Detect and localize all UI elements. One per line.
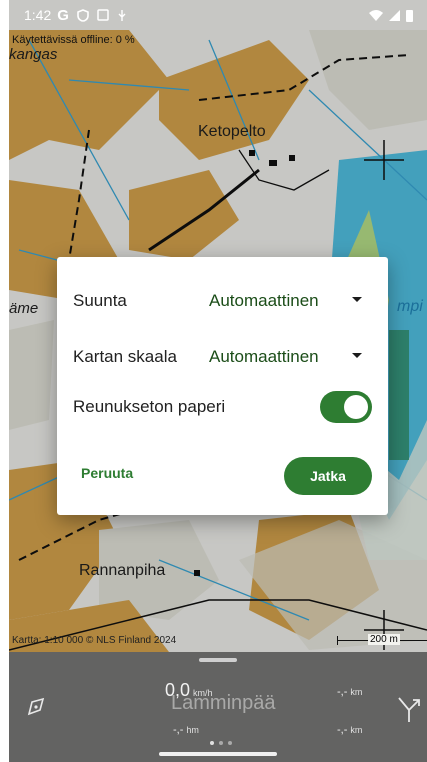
drag-handle[interactable]	[199, 658, 237, 662]
print-settings-dialog: Suunta Automaattinen Kartan skaala Autom…	[57, 257, 388, 515]
scale-bar-label: 200 m	[368, 634, 400, 645]
borderless-paper-label: Reunukseton paperi	[73, 397, 226, 416]
borderless-paper-toggle[interactable]	[320, 391, 372, 423]
right-bottom-distance-value: -,-	[337, 724, 348, 736]
map-label-rannanpiha: Rannanpiha	[79, 562, 166, 579]
chevron-down-icon[interactable]	[352, 353, 362, 358]
map-scale-select[interactable]: Automaattinen	[209, 347, 319, 367]
orientation-row[interactable]: Suunta Automaattinen	[73, 281, 372, 321]
map-label-kangas: kangas	[9, 46, 58, 63]
map-attribution: Kartta: 1:10 000 © NLS Finland 2024	[12, 635, 177, 646]
map-label-left-edge: äme	[9, 300, 39, 317]
location-name: Lamminpää	[171, 692, 276, 714]
usb-icon	[118, 9, 126, 21]
screen-icon	[97, 9, 109, 21]
status-system-icons	[369, 9, 413, 22]
toggle-knob	[344, 395, 368, 419]
scale-bar: 200 m	[337, 633, 427, 647]
cancel-button[interactable]: Peruuta	[81, 465, 133, 481]
google-g-icon: G	[57, 6, 69, 24]
continue-button[interactable]: Jatka	[284, 457, 372, 495]
orientation-select[interactable]: Automaattinen	[209, 291, 319, 311]
status-time: 1:42	[24, 7, 52, 23]
map-scale-label: Kartan skaala	[73, 347, 177, 366]
right-top-distance-unit: km	[350, 687, 363, 697]
map-label-right-edge: mpi	[397, 298, 423, 315]
home-gesture-bar[interactable]	[159, 752, 277, 756]
left-distance-readout: -,- hm	[173, 724, 199, 736]
signal-icon	[389, 9, 400, 21]
route-direction-icon[interactable]	[397, 696, 421, 722]
left-distance-value: -,-	[173, 724, 184, 736]
left-distance-unit: hm	[186, 725, 199, 735]
map-scale-row[interactable]: Kartan skaala Automaattinen	[73, 337, 372, 377]
offline-availability-label: Käytettävissä offline: 0 %	[12, 34, 135, 46]
page-dot	[228, 741, 232, 745]
borderless-paper-row[interactable]: Reunukseton paperi	[73, 387, 372, 427]
shield-icon	[77, 8, 89, 22]
wifi-icon	[369, 9, 383, 21]
right-bottom-distance-readout: -,- km	[337, 724, 362, 736]
map-label-ketopelto: Ketopelto	[198, 123, 266, 140]
right-bottom-distance-unit: km	[350, 725, 363, 735]
phone-screen: kangas Ketopelto äme mpi Rannanpiha Käyt…	[9, 0, 427, 762]
page-indicator	[210, 741, 232, 745]
right-top-distance-value: -,-	[337, 686, 348, 698]
status-bar: 1:42 G	[9, 0, 427, 30]
compass-icon[interactable]	[25, 696, 47, 718]
status-notification-icons: G	[57, 7, 127, 24]
page-dot	[210, 741, 214, 745]
page-dot	[219, 741, 223, 745]
right-top-distance-readout: -,- km	[337, 686, 362, 698]
chevron-down-icon[interactable]	[352, 297, 362, 302]
navigation-panel[interactable]: 0,0 km/h Lamminpää -,- hm -,- km -,- km	[9, 652, 427, 762]
battery-icon	[406, 9, 413, 22]
orientation-label: Suunta	[73, 291, 127, 310]
